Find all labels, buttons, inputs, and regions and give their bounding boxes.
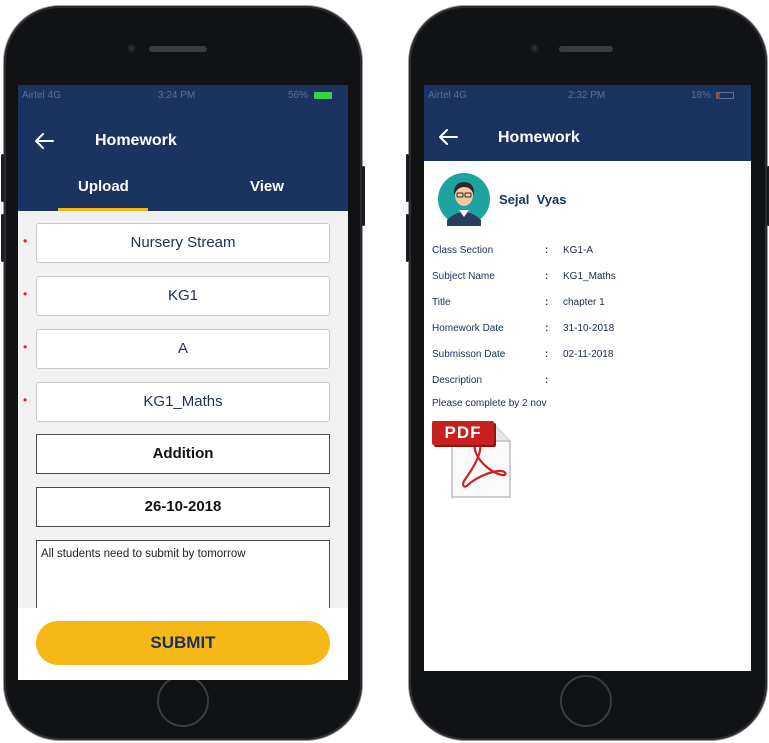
description-text: Please complete by 2 nov [432,398,547,409]
detail-colon: : [545,245,549,256]
time-label: 2:32 PM [568,90,606,101]
section-field[interactable]: A [36,329,330,369]
tab-upload[interactable]: Upload [78,178,129,195]
side-button [1,214,4,262]
active-tab-indicator [58,208,148,211]
student-avatar [438,173,490,226]
side-button [362,166,365,226]
detail-label: Title [432,297,451,308]
detail-value: 02-11-2018 [563,349,614,360]
carrier-label: Airtel 4G [22,90,61,101]
battery-icon [314,92,332,99]
side-button [1,154,4,202]
detail-label: Homework Date [432,323,504,334]
required-marker: • [23,340,28,354]
time-label: 3:24 PM [158,90,196,101]
back-arrow-icon[interactable] [32,129,56,153]
stream-field[interactable]: Nursery Stream [36,223,330,263]
carrier-label: Airtel 4G [428,90,467,101]
detail-value: KG1_Maths [563,271,616,282]
earpiece-speaker [149,46,207,52]
class-field[interactable]: KG1 [36,276,330,316]
battery-label: 56% [288,90,309,101]
detail-value: 31-10-2018 [563,323,615,334]
front-camera [127,44,136,53]
side-button [406,214,409,262]
home-button[interactable] [560,675,612,727]
student-name: Sejal Vyas [499,192,567,207]
detail-label: Subject Name [432,271,495,282]
status-bar: Airtel 4G 2:32 PM 18% [424,85,751,107]
detail-value: KG1-A [563,245,594,256]
left-phone: Airtel 4G 3:24 PM 56% Homework Upload Vi… [1,6,365,740]
right-screen: Airtel 4G 2:32 PM 18% Homework Sejal Vya… [424,85,751,671]
page-title: Homework [498,129,580,146]
left-screen: Airtel 4G 3:24 PM 56% Homework Upload Vi… [18,85,348,680]
detail-colon: : [545,375,549,386]
right-phone: Airtel 4G 2:32 PM 18% Homework Sejal Vya… [406,6,769,740]
tab-view[interactable]: View [250,178,284,195]
detail-colon: : [545,349,549,360]
pdf-label: PDF [444,423,482,442]
detail-value: chapter 1 [563,297,605,308]
back-arrow-icon[interactable] [436,125,460,149]
page-title: Homework [95,132,177,149]
home-button[interactable] [157,675,209,727]
status-bar: Airtel 4G 3:24 PM 56% [18,85,348,107]
detail-colon: : [545,323,549,334]
submit-button[interactable]: SUBMIT [36,621,330,665]
side-button [406,154,409,202]
battery-icon [716,92,734,99]
app-header: Homework [18,107,348,211]
title-field[interactable]: Addition [36,434,330,474]
earpiece-speaker [559,46,613,52]
required-marker: • [23,393,28,407]
app-header: Homework [424,107,751,161]
required-marker: • [23,287,28,301]
battery-label: 18% [691,90,712,101]
detail-label: Description [432,375,483,386]
subject-field[interactable]: KG1_Maths [36,382,330,422]
detail-colon: : [545,297,549,308]
detail-colon: : [545,271,549,282]
front-camera [530,44,539,53]
date-field[interactable]: 26-10-2018 [36,487,330,527]
required-marker: • [23,234,28,248]
detail-label: Class Section [432,245,494,256]
pdf-attachment[interactable]: PDF [432,421,518,501]
detail-label: Submisson Date [432,349,506,360]
